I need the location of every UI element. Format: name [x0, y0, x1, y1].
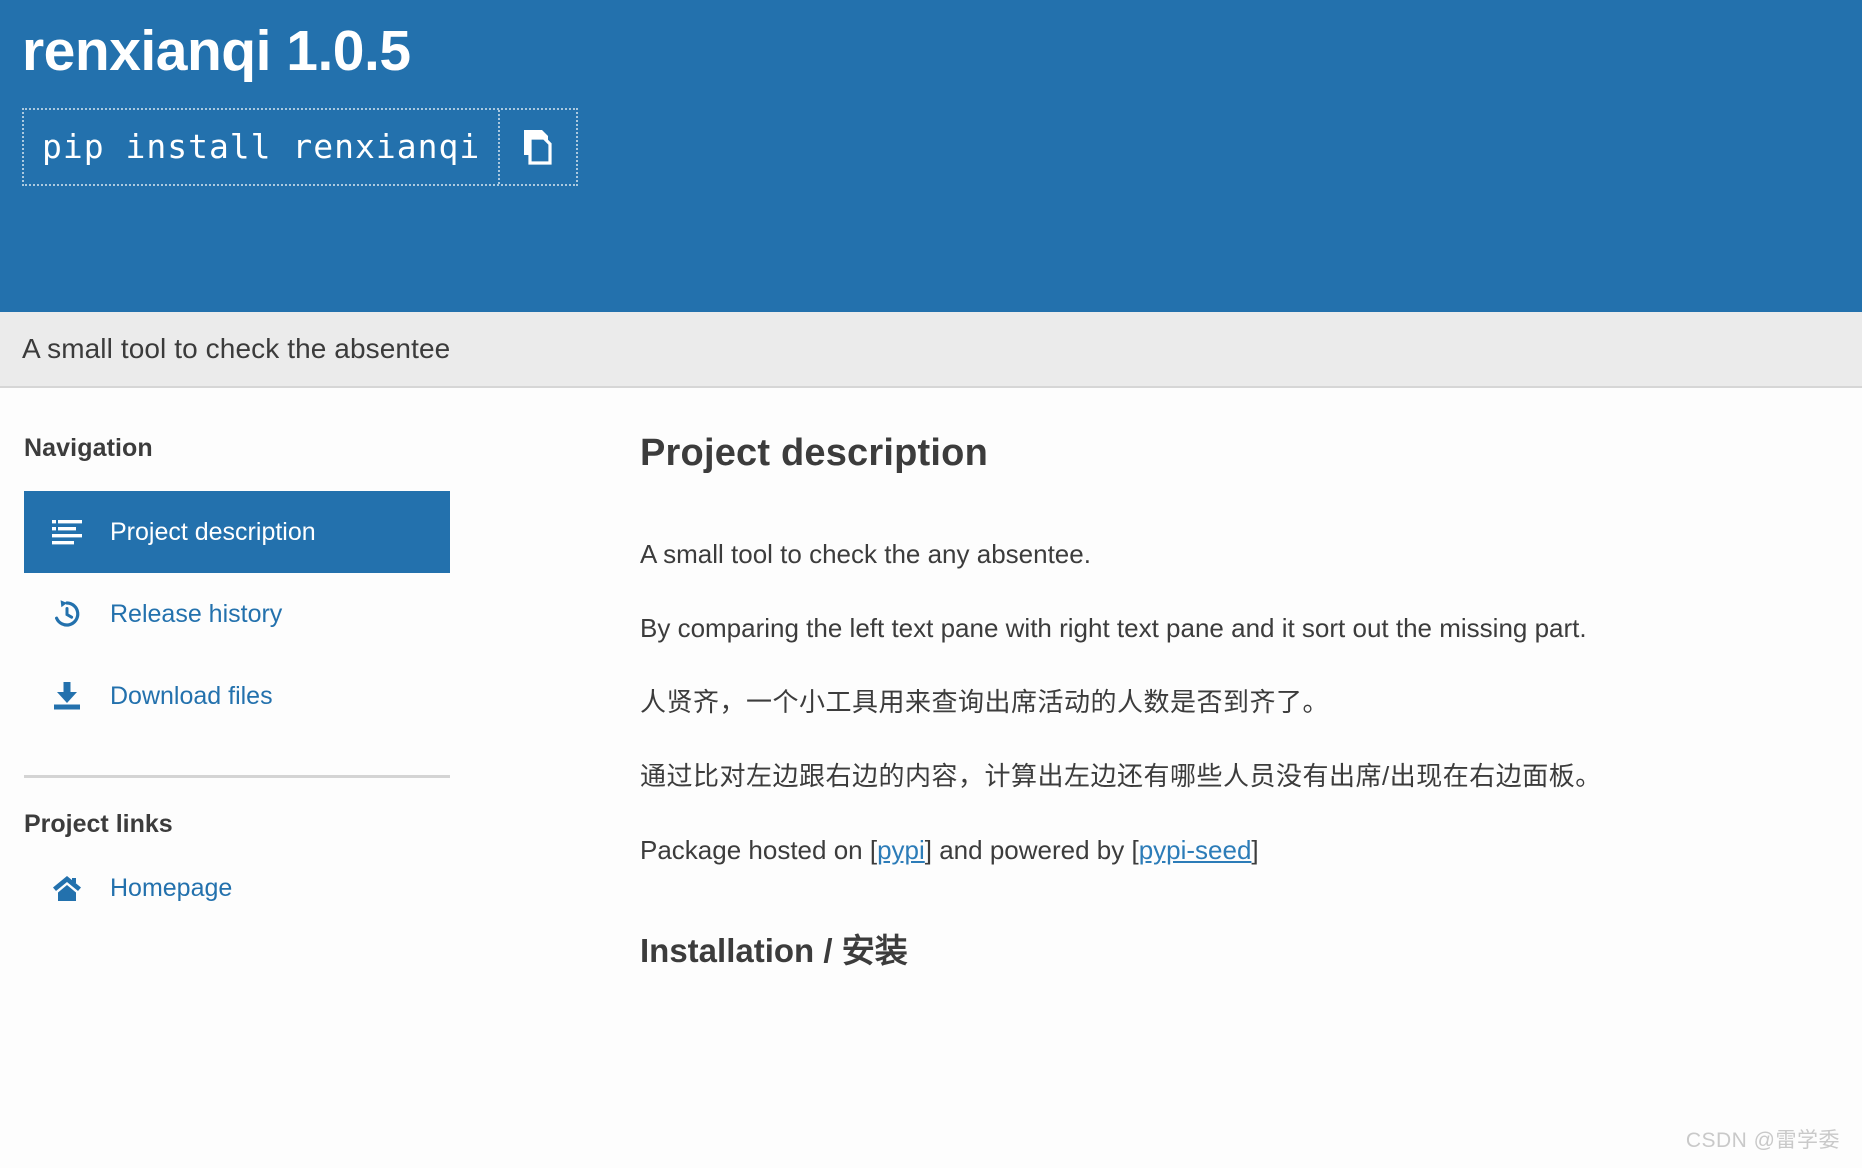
copy-icon	[521, 128, 555, 166]
copy-to-clipboard-button[interactable]	[500, 110, 576, 184]
installation-heading: Installation / 安装	[640, 932, 908, 970]
navigation-heading: Navigation	[24, 434, 153, 462]
sidebar-item-project-description[interactable]: Project description	[24, 491, 450, 573]
project-links-heading: Project links	[24, 810, 173, 838]
history-clock-icon	[50, 597, 84, 631]
hosted-paragraph: Package hosted on [pypi] and powered by …	[640, 833, 1822, 868]
page-title: Project description	[640, 432, 988, 474]
description-paragraph: By comparing the left text pane with rig…	[640, 613, 1587, 644]
sidebar-item-label: Download files	[110, 681, 273, 710]
pypi-seed-link[interactable]: pypi-seed	[1139, 835, 1252, 865]
main-content: Project description A small tool to chec…	[540, 388, 1862, 972]
sidebar: Navigation Project description Release h…	[0, 388, 540, 905]
project-banner: renxianqi 1.0.5 pip install renxianqi	[0, 0, 1862, 312]
project-summary-text: A small tool to check the absentee	[22, 333, 451, 364]
list-lines-icon	[50, 515, 84, 549]
hosted-prefix: Package hosted on [	[640, 835, 878, 866]
csdn-watermark: CSDN @雷学委	[1685, 1129, 1840, 1152]
sidebar-item-label: Project description	[110, 517, 316, 546]
sidebar-item-release-history[interactable]: Release history	[24, 573, 450, 655]
sidebar-link-homepage[interactable]: Homepage	[24, 871, 540, 905]
sidebar-item-label: Release history	[110, 599, 283, 628]
page-body: Navigation Project description Release h…	[0, 388, 1862, 972]
project-summary-band: A small tool to check the absentee	[0, 312, 1862, 388]
sidebar-item-download-files[interactable]: Download files	[24, 655, 450, 737]
install-command-box: pip install renxianqi	[22, 107, 579, 186]
navigation-list: Project description Release history Down…	[24, 491, 540, 737]
hosted-suffix: ]	[1251, 835, 1259, 866]
sidebar-divider	[24, 775, 450, 778]
project-title: renxianqi 1.0.5	[22, 19, 411, 83]
description-paragraph-cjk: 人贤齐，一个小工具用来查询出席活动的人数是否到齐了。	[640, 687, 1330, 718]
home-icon	[50, 871, 84, 905]
download-icon	[50, 679, 84, 713]
hosted-middle: ] and powered by [	[924, 835, 1139, 866]
description-paragraph: A small tool to check the any absentee.	[640, 539, 1091, 569]
install-command-text[interactable]: pip install renxianqi	[24, 109, 501, 184]
sidebar-link-label: Homepage	[110, 873, 233, 902]
description-paragraph-cjk: 通过比对左边跟右边的内容，计算出左边还有哪些人员没有出席/出现在右边面板。	[640, 761, 1602, 792]
pypi-link[interactable]: pypi	[877, 835, 925, 865]
